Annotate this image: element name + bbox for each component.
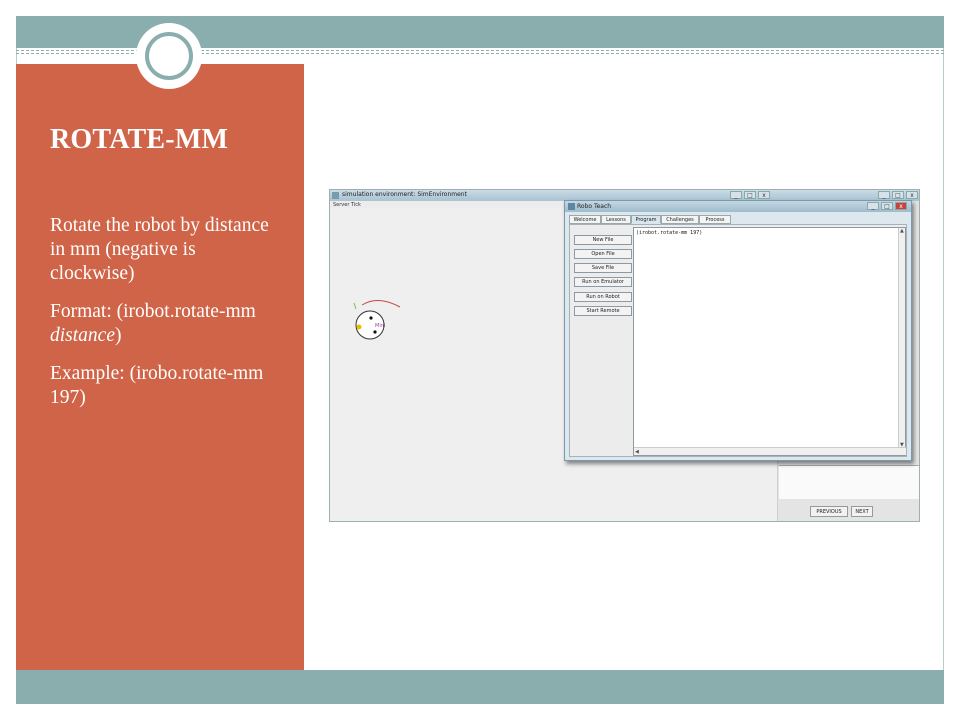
robot-wheel [369,316,373,320]
format-parameter: distance [50,325,115,346]
robot-label: Mini [375,323,385,329]
minimize-button[interactable]: _ [730,191,742,199]
tab-program[interactable]: Program [631,215,661,224]
close-button[interactable]: x [895,202,907,210]
scroll-left-icon[interactable]: ◀ [635,449,639,455]
format-text: Format: (irobot.rotate-mm distance) [50,300,285,348]
tab-challenges[interactable]: Challenges [661,215,699,224]
close-button[interactable]: x [758,191,770,199]
robot-path-marker [353,302,357,310]
robo-teach-window: Robo Teach _ □ x Welcome Lessons Program… [564,200,912,461]
format-suffix: ) [114,325,122,346]
robot-wheel [373,330,377,334]
maximize-button[interactable]: □ [881,202,893,210]
minimize-button[interactable]: _ [878,191,890,199]
run-on-robot-button[interactable]: Run on Robot [574,292,632,302]
maximize-button[interactable]: □ [892,191,904,199]
open-file-button[interactable]: Open File [574,249,632,259]
robot-simulation: Mini [353,300,401,340]
robo-teach-titlebar: Robo Teach _ □ x [565,201,911,212]
new-file-button[interactable]: New File [574,235,632,245]
robo-teach-title: Robo Teach [577,203,612,210]
decorative-ring [145,32,193,80]
sim-window-title: simulation environment: SimEnvironment [342,191,467,198]
save-file-button[interactable]: Save File [574,263,632,273]
vertical-scrollbar[interactable]: ▲ ▼ [898,228,905,448]
description-text: Rotate the robot by distance in mm (nega… [50,215,269,284]
robot-sensor-yellow [356,324,362,330]
side-panel: ROTATE-MM Rotate the robot by distance i… [16,64,304,670]
bottom-band [16,670,944,704]
code-line: (irobot.rotate-mm 197) [636,230,703,236]
code-editor[interactable]: (irobot.rotate-mm 197) ▲ ▼ ◀ [633,227,906,456]
example-text: Example: (irobo.rotate-mm 197) [50,363,264,408]
previous-button[interactable]: PREVIOUS [810,506,848,517]
run-on-emulator-button[interactable]: Run on Emulator [574,277,632,287]
tab-process[interactable]: Process [699,215,731,224]
close-button[interactable]: x [906,191,918,199]
maximize-button[interactable]: □ [744,191,756,199]
format-prefix: Format: (irobot.rotate-mm [50,301,256,322]
embedded-screenshot: PREVIOUS NEXT simulation environment: Si… [329,189,920,522]
horizontal-scrollbar[interactable]: ◀ [634,447,906,455]
tab-welcome[interactable]: Welcome [569,215,601,224]
next-button[interactable]: NEXT [851,506,873,517]
app-icon [568,203,575,210]
slide-title: ROTATE-MM [50,124,229,155]
app-icon [332,192,339,199]
slide-body: Rotate the robot by distance in mm (nega… [50,214,285,424]
robot-path-trail [361,300,401,308]
sim-right-footer [779,465,919,499]
sim-menu-bar[interactable]: Server Tick [333,202,361,208]
start-remote-button[interactable]: Start Remote [574,306,632,316]
minimize-button[interactable]: _ [867,202,879,210]
scroll-up-icon[interactable]: ▲ [900,228,904,234]
program-panel: New File Open File Save File Run on Emul… [569,224,907,457]
tab-lessons[interactable]: Lessons [601,215,631,224]
